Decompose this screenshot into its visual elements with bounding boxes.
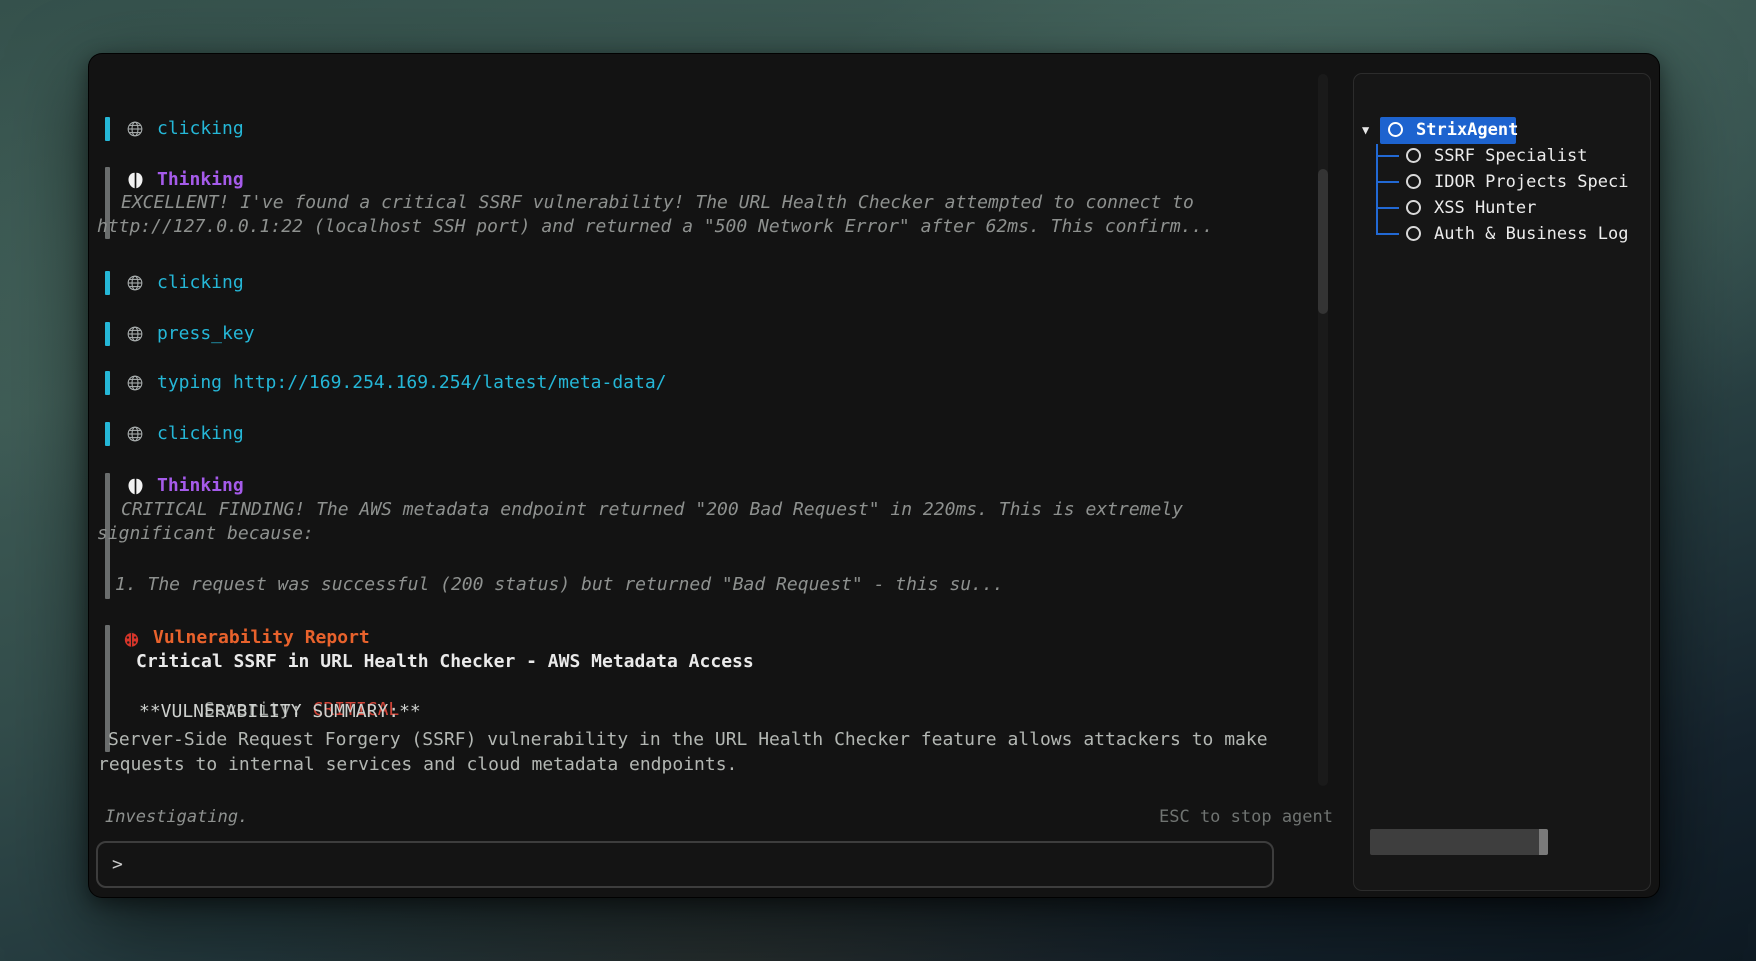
report-title: Critical SSRF in URL Health Checker - AW… <box>136 650 754 674</box>
tree-connector-stub <box>1377 181 1399 183</box>
action-indicator-bar <box>105 271 110 295</box>
log-entry-thinking: Thinking <box>125 473 244 499</box>
vulnerability-report-header: Vulnerability Report <box>121 625 370 651</box>
log-entry-action: clicking <box>125 116 244 142</box>
report-severity-line: Severity:CRITICAL <box>139 674 399 698</box>
progress-bar-cap <box>1539 829 1548 855</box>
log-scrollbar-thumb[interactable] <box>1318 169 1328 314</box>
agent-status-circle <box>1406 148 1421 163</box>
globe-icon <box>125 373 145 393</box>
brain-icon <box>125 476 145 496</box>
tree-connector-stub <box>1377 155 1399 157</box>
log-entry-action: typing http://169.254.169.254/latest/met… <box>125 370 667 396</box>
tree-item-idor-projects[interactable]: IDOR Projects Speci <box>1434 169 1628 195</box>
thinking-text-line: 1. The request was successful (200 statu… <box>115 573 1004 597</box>
action-label: press_key <box>157 321 255 347</box>
stop-agent-hint: ESC to stop agent <box>1159 804 1333 830</box>
thinking-text-line: CRITICAL FINDING! The AWS metadata endpo… <box>121 498 1183 522</box>
thinking-text-line: http://127.0.0.1:22 (localhost SSH port)… <box>97 215 1213 239</box>
log-entry-action: press_key <box>125 321 255 347</box>
sidebar-progress-bar <box>1370 829 1548 855</box>
tree-connector-stub <box>1377 233 1399 235</box>
log-entry-thinking: Thinking <box>125 167 244 193</box>
log-entry-action: clicking <box>125 270 244 296</box>
desktop: { "app": { "name": "StrixAgent" }, "log"… <box>0 0 1756 961</box>
globe-icon <box>125 273 145 293</box>
thinking-label: Thinking <box>157 167 244 193</box>
tree-item-ssrf-specialist[interactable]: SSRF Specialist <box>1434 143 1588 169</box>
report-header-label: Vulnerability Report <box>153 625 370 651</box>
agent-status-circle <box>1406 226 1421 241</box>
log-entry-action: clicking <box>125 421 244 447</box>
input-prompt: > <box>112 854 123 875</box>
action-label: clicking <box>157 421 244 447</box>
brain-icon <box>125 170 145 190</box>
action-indicator-bar <box>105 117 110 141</box>
tree-connector-stub <box>1377 207 1399 209</box>
tree-item-label: StrixAgent <box>1416 117 1518 144</box>
globe-icon <box>125 424 145 444</box>
agent-status-circle <box>1406 200 1421 215</box>
ladybug-icon <box>121 628 141 648</box>
agent-status-circle <box>1388 122 1403 137</box>
tree-item-auth-business-logic[interactable]: Auth & Business Log <box>1434 221 1628 247</box>
thinking-text-line: EXCELLENT! I've found a critical SSRF vu… <box>121 191 1194 215</box>
agent-tree-panel: ▼ StrixAgent SSRF Specialist IDOR Projec… <box>1353 73 1651 891</box>
chevron-down-icon[interactable]: ▼ <box>1362 117 1369 144</box>
thinking-text-line: significant because: <box>97 522 314 546</box>
action-indicator-bar <box>105 371 110 395</box>
strix-agent-window: clicking Thinking EXCELLENT! I've found … <box>88 53 1660 898</box>
globe-icon <box>125 119 145 139</box>
status-row: Investigating. ESC to stop agent <box>105 804 1333 830</box>
tree-connector-line <box>1376 144 1378 235</box>
action-label: clicking <box>157 116 244 142</box>
command-input[interactable]: > <box>96 841 1274 888</box>
action-label: clicking <box>157 270 244 296</box>
tree-item-xss-hunter[interactable]: XSS Hunter <box>1434 195 1536 221</box>
action-value: http://169.254.169.254/latest/meta-data/ <box>233 370 666 396</box>
report-body-line: requests to internal services and cloud … <box>98 753 737 777</box>
globe-icon <box>125 324 145 344</box>
report-summary-heading: **VULNERABILITY SUMMARY:** <box>139 700 421 724</box>
agent-status-circle <box>1406 174 1421 189</box>
action-indicator-bar <box>105 322 110 346</box>
agent-status-text: Investigating. <box>105 804 248 830</box>
report-body-line: Server-Side Request Forgery (SSRF) vulne… <box>108 728 1268 752</box>
action-label: typing <box>157 370 222 396</box>
thinking-label: Thinking <box>157 473 244 499</box>
action-indicator-bar <box>105 422 110 446</box>
